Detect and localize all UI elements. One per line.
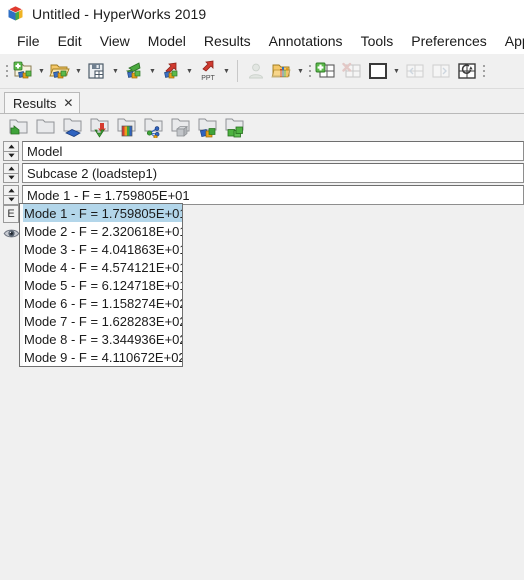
list-item[interactable]: Mode 5 - F = 6.124718E+01	[20, 276, 182, 294]
simulation-dropdown-list[interactable]: Mode 1 - F = 1.759805E+01 Mode 2 - F = 2…	[19, 203, 183, 367]
subcase-selector-row: Subcase 2 (loadstep1)	[0, 163, 524, 183]
open-model-button[interactable]	[47, 58, 73, 85]
hyperworks-cube-icon	[7, 5, 24, 22]
spinner-up-icon[interactable]	[3, 185, 19, 195]
vector-button[interactable]	[140, 115, 167, 139]
load-results-dropdown-arrow[interactable]: ▼	[295, 58, 306, 85]
open-folder-green-button[interactable]	[5, 115, 32, 139]
tab-strip: Results ✕	[0, 89, 524, 113]
results-panel-body: Model Subcase 2 (loadstep1) Mode 1 - F =…	[0, 139, 524, 367]
spinner-down-icon[interactable]	[3, 172, 19, 183]
results-panel-toolbar	[0, 113, 524, 139]
subcase-selector[interactable]: Subcase 2 (loadstep1)	[22, 163, 524, 183]
create-entity-button[interactable]	[221, 115, 248, 139]
sync-views-button[interactable]	[454, 58, 480, 85]
menu-preferences[interactable]: Preferences	[402, 31, 495, 51]
list-item[interactable]: Mode 1 - F = 1.759805E+01	[20, 204, 182, 222]
window-title: Untitled - HyperWorks 2019	[32, 5, 207, 22]
simulation-selector[interactable]: Mode 1 - F = 1.759805E+01	[22, 185, 524, 205]
list-item[interactable]: Mode 3 - F = 4.041863E+01	[20, 240, 182, 258]
list-item[interactable]: Mode 4 - F = 4.574121E+01	[20, 258, 182, 276]
svg-text:PPT: PPT	[201, 75, 215, 82]
new-session-button[interactable]	[10, 58, 36, 85]
main-toolbar: ▼ ▼ ▼ ▼ ▼ PPT ▼ ▼ ▼	[0, 54, 524, 89]
single-window-layout-button[interactable]	[365, 58, 391, 85]
delete-page-button[interactable]	[339, 58, 365, 85]
open-model-dropdown-arrow[interactable]: ▼	[73, 58, 84, 85]
next-page-button[interactable]	[428, 58, 454, 85]
import-button[interactable]	[121, 58, 147, 85]
new-session-dropdown-arrow[interactable]: ▼	[36, 58, 47, 85]
spinner-down-icon[interactable]	[3, 194, 19, 205]
load-results-button[interactable]	[269, 58, 295, 85]
iso-surface-button[interactable]	[167, 115, 194, 139]
model-selector-row: Model	[0, 141, 524, 161]
layout-dropdown-arrow[interactable]: ▼	[391, 58, 402, 85]
contour-button[interactable]	[59, 115, 86, 139]
toolbar-separator-1	[237, 60, 238, 82]
save-session-button[interactable]	[84, 58, 110, 85]
menu-results[interactable]: Results	[195, 31, 260, 51]
dropdown-edge-shade	[20, 204, 23, 366]
user-profile-button[interactable]	[243, 58, 269, 85]
list-item[interactable]: Mode 7 - F = 1.628283E+02	[20, 312, 182, 330]
model-selector[interactable]: Model	[22, 141, 524, 161]
menu-bar: File Edit View Model Results Annotations…	[0, 27, 524, 54]
import-result-button[interactable]	[86, 115, 113, 139]
subcase-selector-spinner[interactable]	[3, 163, 19, 183]
list-item[interactable]: Mode 8 - F = 3.344936E+02	[20, 330, 182, 348]
close-icon[interactable]: ✕	[63, 97, 73, 109]
eye-visibility-icon[interactable]	[2, 225, 20, 242]
tab-results[interactable]: Results ✕	[4, 92, 81, 113]
folder-blank-button[interactable]	[32, 115, 59, 139]
toolbar-grip-1[interactable]	[3, 60, 10, 82]
title-bar: Untitled - HyperWorks 2019	[0, 0, 524, 27]
menu-file[interactable]: File	[8, 31, 49, 51]
results-gutter: E	[3, 205, 19, 242]
list-item[interactable]: Mode 2 - F = 2.320618E+01	[20, 222, 182, 240]
list-item[interactable]: Mode 9 - F = 4.110672E+02	[20, 348, 182, 366]
menu-edit[interactable]: Edit	[49, 31, 91, 51]
menu-view[interactable]: View	[91, 31, 139, 51]
spinner-up-icon[interactable]	[3, 141, 19, 151]
legend-button[interactable]	[113, 115, 140, 139]
toolbar-grip-2[interactable]	[306, 60, 313, 82]
export-button[interactable]	[158, 58, 184, 85]
spinner-down-icon[interactable]	[3, 150, 19, 161]
simulation-selector-row: Mode 1 - F = 1.759805E+01	[0, 185, 524, 205]
spinner-up-icon[interactable]	[3, 163, 19, 173]
menu-applications[interactable]: Applic	[496, 31, 524, 51]
export-ppt-dropdown-arrow[interactable]: ▼	[221, 58, 232, 85]
import-dropdown-arrow[interactable]: ▼	[147, 58, 158, 85]
add-page-button[interactable]	[313, 58, 339, 85]
menu-model[interactable]: Model	[139, 31, 195, 51]
tab-results-label: Results	[13, 95, 57, 111]
list-item[interactable]: Mode 6 - F = 1.158274E+02	[20, 294, 182, 312]
export-ppt-button[interactable]: PPT	[195, 58, 221, 85]
expand-collapse-button[interactable]: E	[3, 205, 19, 223]
previous-page-button[interactable]	[402, 58, 428, 85]
simulation-selector-spinner[interactable]	[3, 185, 19, 205]
model-selector-spinner[interactable]	[3, 141, 19, 161]
menu-tools[interactable]: Tools	[352, 31, 403, 51]
toolbar-grip-3[interactable]	[480, 60, 487, 82]
export-dropdown-arrow[interactable]: ▼	[184, 58, 195, 85]
section-cut-button[interactable]	[194, 115, 221, 139]
menu-annotations[interactable]: Annotations	[260, 31, 352, 51]
save-session-dropdown-arrow[interactable]: ▼	[110, 58, 121, 85]
